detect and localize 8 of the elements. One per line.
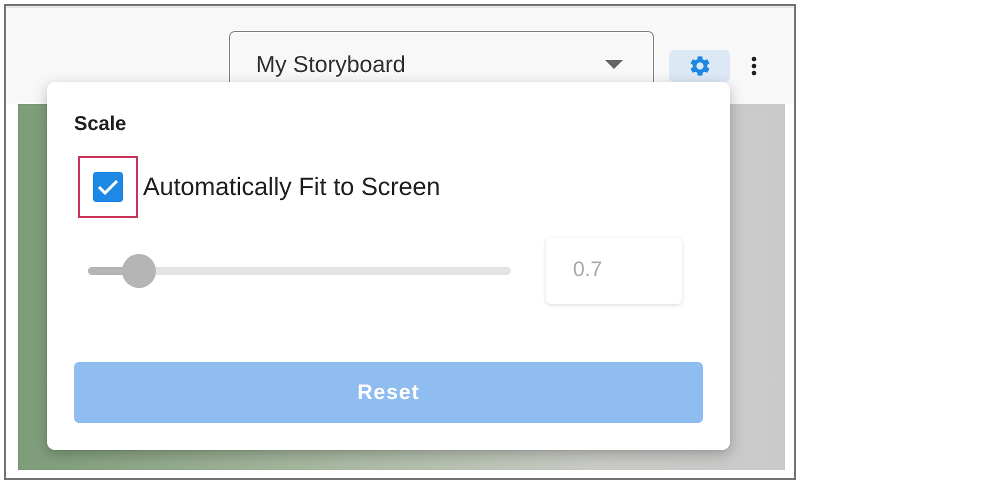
- popover-title: Scale: [74, 113, 128, 136]
- checkbox[interactable]: [78, 156, 138, 218]
- settings-icon: [688, 54, 712, 78]
- more-icon[interactable]: [751, 56, 757, 76]
- check-icon: [97, 178, 119, 196]
- caret-icon: [605, 60, 623, 69]
- checkbox-label: Automatically Fit to Screen: [143, 172, 440, 202]
- settings-button[interactable]: [669, 50, 730, 82]
